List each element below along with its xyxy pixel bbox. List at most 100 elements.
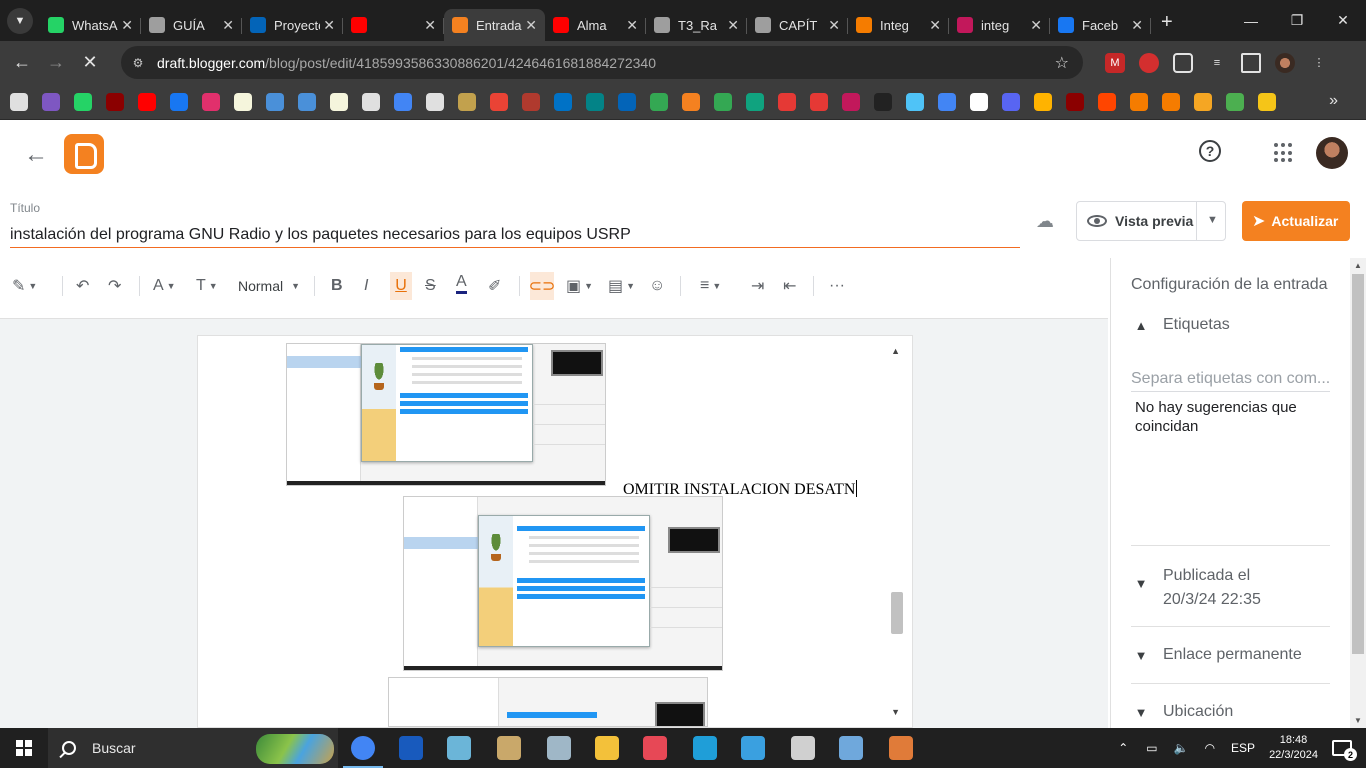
underline-button[interactable]: U <box>390 272 412 300</box>
bookmark-icon[interactable] <box>682 92 700 111</box>
back-arrow-icon[interactable]: ← <box>24 141 48 169</box>
browser-tab[interactable]: Entrada ✕ <box>444 9 545 41</box>
insert-video-button[interactable]: ▤ ▼ <box>608 272 635 300</box>
tab-search-button[interactable]: ▼ <box>7 7 33 34</box>
font-button[interactable]: A ▼ <box>153 272 176 300</box>
italic-button[interactable]: I <box>364 272 368 300</box>
bookmark-icon[interactable] <box>522 92 540 111</box>
close-tab-icon[interactable]: ✕ <box>121 17 133 34</box>
bookmark-icon[interactable] <box>746 92 764 111</box>
outdent-button[interactable]: ⇤ <box>783 272 796 300</box>
bookmark-icon[interactable] <box>298 92 316 111</box>
language-indicator[interactable]: ESP <box>1231 741 1255 755</box>
document-page[interactable]: OMITIR INSTALACION DESATN ▲ ▼ <box>197 335 913 728</box>
more-options-button[interactable]: ··· <box>829 272 845 300</box>
bookmark-icon[interactable] <box>554 92 572 111</box>
browser-tab[interactable]: GUÍA ✕ <box>141 9 242 41</box>
bookmark-icon[interactable] <box>938 92 956 111</box>
panel-scrollbar[interactable]: ▲ ▼ <box>1350 258 1366 728</box>
bookmark-icon[interactable] <box>170 92 188 111</box>
chrome-app-icon[interactable] <box>343 736 383 768</box>
bookmark-icon[interactable] <box>202 92 220 111</box>
highlight-button[interactable]: ✐ <box>488 272 501 300</box>
bookmark-icon[interactable] <box>426 92 444 111</box>
location-section-header[interactable]: ▼ Ubicación <box>1131 703 1234 721</box>
chevron-up-icon[interactable]: ⌃ <box>1118 741 1128 755</box>
extension-red-icon[interactable] <box>1139 52 1159 73</box>
strikethrough-button[interactable]: S <box>425 272 436 300</box>
battery-icon[interactable]: ▭ <box>1146 741 1157 755</box>
bookmark-icon[interactable] <box>1066 92 1084 111</box>
embedded-screenshot[interactable] <box>286 343 606 486</box>
redo-button[interactable]: ↷ <box>108 272 121 300</box>
bookmark-icon[interactable] <box>586 92 604 111</box>
scroll-down-arrow[interactable]: ▼ <box>891 707 900 717</box>
bookmark-icon[interactable] <box>10 92 28 111</box>
close-tab-icon[interactable]: ✕ <box>323 17 335 34</box>
title-input[interactable]: instalación del programa GNU Radio y los… <box>10 226 1020 248</box>
bookmark-icon[interactable] <box>810 92 828 111</box>
browser-tab[interactable]: Proyecto✕ <box>242 9 343 41</box>
chevron-down-icon[interactable]: ▼ <box>1207 214 1218 226</box>
insert-image-button[interactable]: ▣ ▼ <box>566 272 593 300</box>
browser-tab[interactable]: Alma ✕ <box>545 9 646 41</box>
close-tab-icon[interactable]: ✕ <box>525 17 537 34</box>
bookmark-icon[interactable] <box>1034 92 1052 111</box>
photos-app-icon[interactable] <box>547 736 571 760</box>
settings-app-icon[interactable] <box>791 736 815 760</box>
bookmark-icon[interactable] <box>618 92 636 111</box>
browser-tab[interactable]: T3_Ra ✕ <box>646 9 747 41</box>
bookmark-icon[interactable] <box>138 92 156 111</box>
bookmark-icon[interactable] <box>778 92 796 111</box>
bookmark-icon[interactable] <box>650 92 668 111</box>
bookmark-icon[interactable] <box>42 92 60 111</box>
word-app-icon[interactable] <box>399 736 423 760</box>
close-tab-icon[interactable]: ✕ <box>1030 17 1042 34</box>
bookmark-icon[interactable] <box>234 92 252 111</box>
address-bar[interactable]: ⚙ draft.blogger.com/blog/post/edit/41859… <box>121 46 1083 79</box>
published-section-header[interactable]: ▼ Publicada el 20/3/24 22:35 <box>1131 564 1261 612</box>
bookmark-icon[interactable] <box>1258 92 1276 111</box>
bookmark-icon[interactable] <box>1002 92 1020 111</box>
browser-tab[interactable]: Faceb ✕ <box>1050 9 1151 41</box>
close-window-button[interactable]: ✕ <box>1320 0 1366 41</box>
browser-tab[interactable]: WhatsApp✕ <box>40 9 141 41</box>
bookmark-icon[interactable] <box>842 92 860 111</box>
emoji-button[interactable]: ☺ <box>649 272 665 300</box>
virtualbox-app-icon[interactable] <box>839 736 863 760</box>
close-tab-icon[interactable]: ✕ <box>828 17 840 34</box>
bookmark-icon[interactable] <box>106 92 124 111</box>
browser-tab[interactable]: Integ ✕ <box>848 9 949 41</box>
bookmark-icon[interactable] <box>490 92 508 111</box>
align-button[interactable]: ≡ ▼ <box>700 272 721 300</box>
bookmark-icon[interactable] <box>362 92 380 111</box>
close-tab-icon[interactable]: ✕ <box>1131 17 1143 34</box>
bookmark-icon[interactable] <box>1162 92 1180 111</box>
text-color-button[interactable]: A <box>456 272 467 294</box>
start-button[interactable] <box>0 728 48 768</box>
site-settings-icon[interactable]: ⚙ <box>129 54 147 72</box>
close-tab-icon[interactable]: ✕ <box>929 17 941 34</box>
stop-button[interactable]: ✕ <box>73 46 107 80</box>
bookmark-icon[interactable] <box>1194 92 1212 111</box>
bookmark-icon[interactable] <box>74 92 92 111</box>
side-panel-icon[interactable] <box>1241 52 1261 73</box>
update-button[interactable]: ➤ Actualizar <box>1242 201 1350 241</box>
remote-app-icon[interactable] <box>741 736 765 760</box>
close-tab-icon[interactable]: ✕ <box>222 17 234 34</box>
browser-tab[interactable]: integ ✕ <box>949 9 1050 41</box>
indent-button[interactable]: ⇥ <box>751 272 764 300</box>
paint-app-icon[interactable] <box>497 736 521 760</box>
font-size-button[interactable]: T ▼ <box>196 272 218 300</box>
bookmark-icon[interactable] <box>394 92 412 111</box>
chevron-right-icon[interactable]: » <box>1329 92 1338 110</box>
close-tab-icon[interactable]: ✕ <box>727 17 739 34</box>
menu-dots-icon[interactable]: ⋮ <box>1309 53 1329 73</box>
close-tab-icon[interactable]: ✕ <box>424 17 436 34</box>
new-tab-button[interactable]: + <box>1161 11 1173 34</box>
browser-tab[interactable]: ✕ <box>343 9 444 41</box>
link-button[interactable]: ⊂⊃ <box>529 272 555 300</box>
minimize-button[interactable]: — <box>1228 0 1274 41</box>
tool-app-icon[interactable] <box>693 736 717 760</box>
apps-grid-icon[interactable] <box>1274 143 1294 163</box>
